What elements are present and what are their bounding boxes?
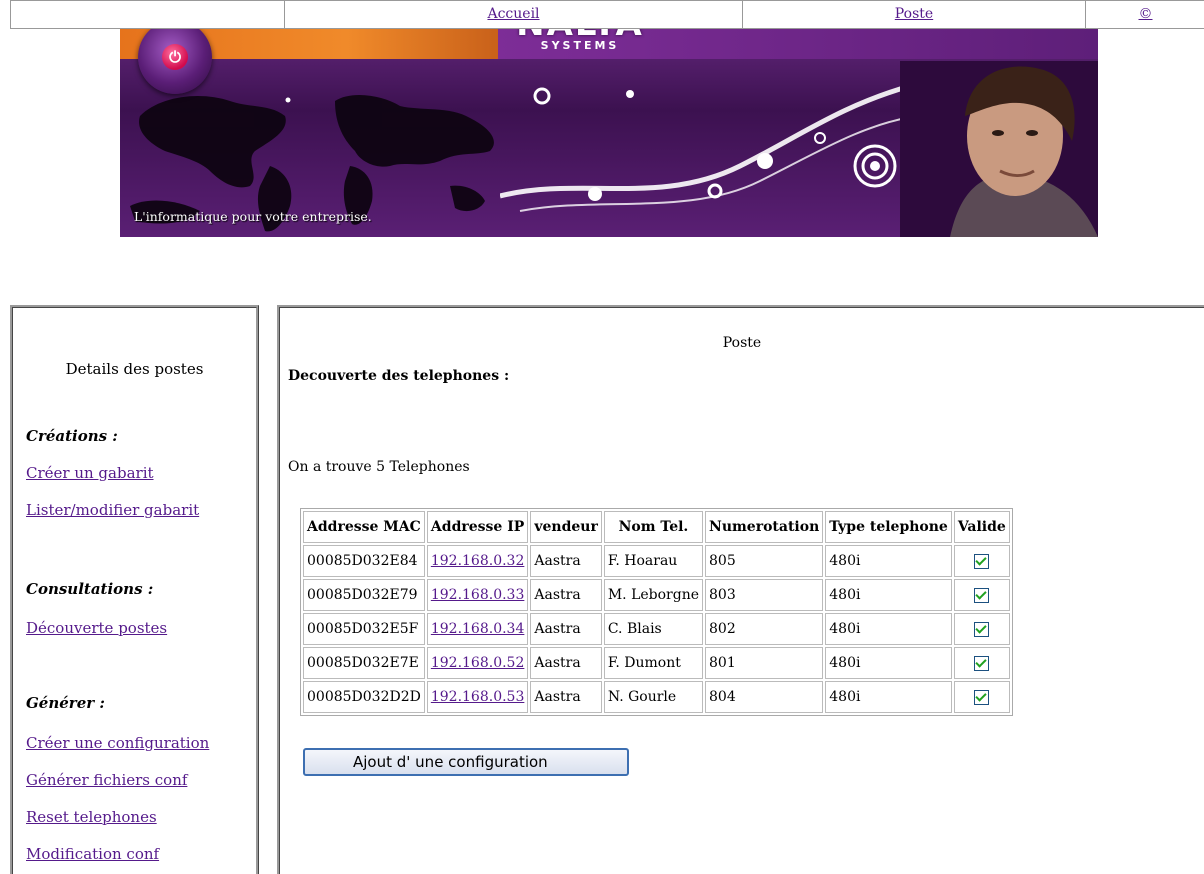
cell-valide (953, 545, 1010, 577)
nav-link-accueil[interactable]: Accueil (487, 6, 539, 22)
power-icon[interactable]: ⏻ (138, 20, 212, 94)
table-header-row: Addresse MAC Addresse IP vendeur Nom Tel… (303, 511, 1010, 543)
sidebar-link-creer-gabarit[interactable]: Créer un gabarit (26, 464, 154, 482)
cell-nom: F. Hoarau (603, 545, 704, 577)
cell-type: 480i (825, 613, 952, 645)
cell-mac: 00085D032D2D (303, 681, 425, 713)
cell-nom: N. Gourle (603, 681, 704, 713)
cell-numerotation: 802 (705, 613, 824, 645)
sidebar-link-reset-telephones[interactable]: Reset telephones (26, 808, 157, 826)
decorative-swirls (500, 83, 916, 212)
section-heading: Decouverte des telephones : (288, 368, 510, 384)
cell-type: 480i (825, 545, 952, 577)
cell-mac: 00085D032E79 (303, 579, 425, 611)
cell-vendeur: Aastra (530, 647, 602, 679)
cell-ip: 192.168.0.53 (426, 681, 529, 713)
main-content: Poste Decouverte des telephones : On a t… (277, 305, 1204, 874)
cell-mac: 00085D032E5F (303, 613, 425, 645)
cell-mac: 00085D032E84 (303, 545, 425, 577)
sidebar-section-generer: Générer : (26, 694, 105, 712)
sidebar-link-decouverte-postes[interactable]: Découverte postes (26, 619, 167, 637)
cell-nom: C. Blais (603, 613, 704, 645)
cell-numerotation: 804 (705, 681, 824, 713)
nav-spacer (10, 0, 285, 29)
logo-subtext: SYSTEMS (540, 39, 620, 52)
ip-link[interactable]: 192.168.0.33 (431, 587, 525, 603)
cell-vendeur: Aastra (530, 613, 602, 645)
cell-type: 480i (825, 579, 952, 611)
col-header-ip: Addresse IP (426, 511, 529, 543)
cell-ip: 192.168.0.33 (426, 579, 529, 611)
sidebar-link-lister-gabarit[interactable]: Lister/modifier gabarit (26, 501, 199, 519)
cell-mac: 00085D032E7E (303, 647, 425, 679)
header-banner: NALTA SYSTEMS ⏻ L'informatique pour votr… (120, 6, 1098, 237)
nav-item-accueil[interactable]: Accueil (284, 0, 743, 29)
col-header-numerotation: Numerotation (705, 511, 824, 543)
nav-link-poste[interactable]: Poste (895, 6, 933, 22)
col-header-nom: Nom Tel. (603, 511, 704, 543)
phone-count-text: On a trouve 5 Telephones (288, 459, 470, 475)
valide-checkbox[interactable] (974, 689, 990, 705)
add-configuration-button[interactable]: Ajout d' une configuration (303, 748, 629, 776)
table-row: 00085D032E5F 192.168.0.34 Aastra C. Blai… (303, 613, 1010, 645)
cell-vendeur: Aastra (530, 681, 602, 713)
sidebar-section-consultations: Consultations : (26, 580, 154, 598)
cell-valide (953, 579, 1010, 611)
cell-numerotation: 803 (705, 579, 824, 611)
valide-checkbox[interactable] (974, 655, 990, 671)
nav-item-copyright[interactable]: © (1085, 0, 1204, 29)
table-row: 00085D032E79 192.168.0.33 Aastra M. Lebo… (303, 579, 1010, 611)
sidebar-title: Details des postes (65, 360, 204, 378)
valide-checkbox[interactable] (974, 587, 990, 603)
cell-valide (953, 681, 1010, 713)
table-row: 00085D032E7E 192.168.0.52 Aastra F. Dumo… (303, 647, 1010, 679)
sidebar-link-generer-fichiers[interactable]: Générer fichiers conf (26, 771, 187, 789)
cell-vendeur: Aastra (530, 579, 602, 611)
ip-link[interactable]: 192.168.0.32 (431, 553, 525, 569)
nav-item-poste[interactable]: Poste (742, 0, 1086, 29)
person-photo (900, 61, 1098, 237)
col-header-type: Type telephone (825, 511, 952, 543)
cell-nom: F. Dumont (603, 647, 704, 679)
cell-valide (953, 647, 1010, 679)
cell-ip: 192.168.0.52 (426, 647, 529, 679)
ip-link[interactable]: 192.168.0.52 (431, 655, 525, 671)
ip-link[interactable]: 192.168.0.34 (431, 621, 525, 637)
valide-checkbox[interactable] (974, 553, 990, 569)
phones-table: Addresse MAC Addresse IP vendeur Nom Tel… (300, 508, 1013, 716)
cell-valide (953, 613, 1010, 645)
col-header-vendeur: vendeur (530, 511, 602, 543)
cell-ip: 192.168.0.32 (426, 545, 529, 577)
table-row: 00085D032E84 192.168.0.32 Aastra F. Hoar… (303, 545, 1010, 577)
ip-link[interactable]: 192.168.0.53 (431, 689, 525, 705)
sidebar: Details des postes Créations : Créer un … (10, 305, 259, 874)
sidebar-link-creer-configuration[interactable]: Créer une configuration (26, 734, 209, 752)
cell-ip: 192.168.0.34 (426, 613, 529, 645)
valide-checkbox[interactable] (974, 621, 990, 637)
cell-type: 480i (825, 647, 952, 679)
cell-nom: M. Leborgne (603, 579, 704, 611)
cell-numerotation: 805 (705, 545, 824, 577)
sidebar-link-modification-conf[interactable]: Modification conf (26, 845, 159, 863)
col-header-mac: Addresse MAC (303, 511, 425, 543)
col-header-valide: Valide (953, 511, 1010, 543)
nav-link-copyright[interactable]: © (1139, 6, 1153, 22)
cell-type: 480i (825, 681, 952, 713)
banner-tagline: L'informatique pour votre entreprise. (134, 209, 372, 224)
cell-vendeur: Aastra (530, 545, 602, 577)
page-title: Poste (722, 335, 762, 351)
cell-numerotation: 801 (705, 647, 824, 679)
table-row: 00085D032D2D 192.168.0.53 Aastra N. Gour… (303, 681, 1010, 713)
sidebar-section-creations: Créations : (26, 427, 118, 445)
